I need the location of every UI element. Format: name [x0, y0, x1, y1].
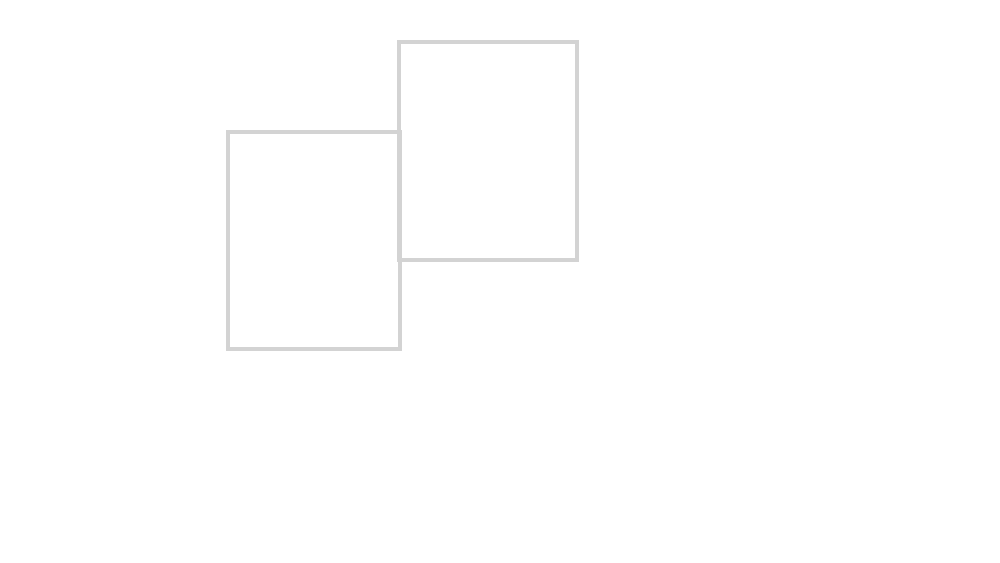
diagram-canvas	[0, 0, 1000, 563]
rectangle-right	[397, 40, 579, 262]
rectangle-left	[226, 130, 402, 351]
